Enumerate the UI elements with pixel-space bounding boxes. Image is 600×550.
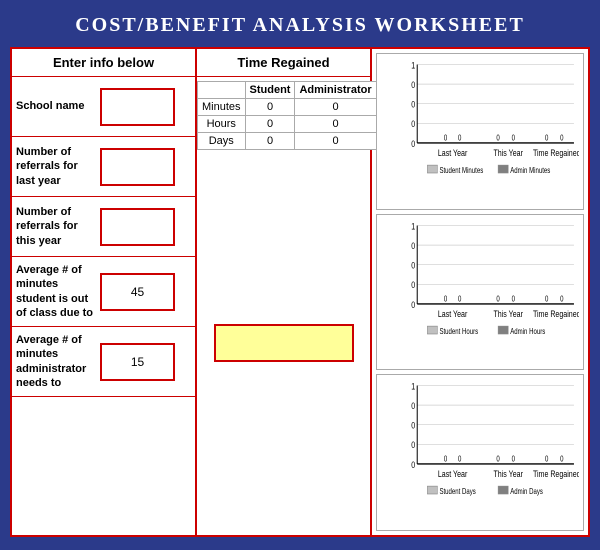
svg-text:Student Hours: Student Hours — [439, 328, 478, 336]
svg-text:0: 0 — [458, 456, 461, 464]
page-title: COST/BENEFIT ANALYSIS WORKSHEET — [0, 0, 600, 47]
svg-text:Last Year: Last Year — [438, 470, 468, 480]
svg-text:This Year: This Year — [494, 470, 524, 480]
svg-text:0: 0 — [512, 456, 515, 464]
left-panel: Enter info below School name Number of r… — [12, 49, 197, 535]
referrals-this-year-row: Number of referrals for this year — [12, 197, 195, 257]
svg-text:0: 0 — [458, 135, 461, 143]
svg-text:0: 0 — [560, 135, 563, 143]
svg-text:0: 0 — [411, 119, 415, 129]
row-student-days: 0 — [245, 133, 295, 150]
table-row-hours: Hours 0 0 — [198, 116, 377, 133]
svg-text:Last Year: Last Year — [438, 148, 468, 158]
table-row-days: Days 0 0 — [198, 133, 377, 150]
time-regained-table: Student Administrator Minutes 0 0 Hours … — [197, 81, 377, 150]
svg-text:0: 0 — [411, 280, 415, 290]
svg-text:0: 0 — [411, 460, 415, 470]
row-label-days: Days — [198, 133, 246, 150]
row-student-hours: 0 — [245, 116, 295, 133]
svg-text:0: 0 — [411, 441, 415, 451]
svg-text:0: 0 — [444, 456, 447, 464]
middle-panel: Time Regained Student Administrator Minu… — [197, 49, 372, 535]
svg-text:0: 0 — [545, 456, 548, 464]
table-col-student: Student — [245, 82, 295, 99]
referrals-last-year-label: Number of referrals for last year — [16, 145, 96, 188]
svg-text:0: 0 — [512, 135, 515, 143]
svg-text:Time Regained: Time Regained — [533, 309, 579, 319]
middle-panel-header: Time Regained — [197, 49, 370, 77]
svg-text:0: 0 — [411, 100, 415, 110]
svg-text:Admin Minutes: Admin Minutes — [510, 167, 551, 175]
svg-text:Admin Days: Admin Days — [510, 489, 543, 497]
svg-text:0: 0 — [411, 421, 415, 431]
minutes-chart-container: 1 0 0 0 0 Last Year This Year Time Regai… — [376, 53, 584, 210]
row-label-minutes: Minutes — [198, 99, 246, 116]
middle-spacer — [197, 150, 370, 535]
row-admin-minutes: 0 — [295, 99, 376, 116]
svg-text:Student Minutes: Student Minutes — [439, 167, 483, 175]
svg-text:This Year: This Year — [494, 148, 524, 158]
svg-text:0: 0 — [411, 402, 415, 412]
svg-text:Time Regained: Time Regained — [533, 148, 579, 158]
row-admin-hours: 0 — [295, 116, 376, 133]
row-student-minutes: 0 — [245, 99, 295, 116]
svg-text:0: 0 — [444, 135, 447, 143]
avg-admin-minutes-value: 15 — [100, 343, 175, 381]
svg-text:0: 0 — [496, 295, 499, 303]
table-col-empty — [198, 82, 246, 99]
svg-text:0: 0 — [512, 295, 515, 303]
referrals-this-year-label: Number of referrals for this year — [16, 205, 96, 248]
svg-text:0: 0 — [411, 241, 415, 251]
hours-chart-svg: 1 0 0 0 0 Last Year This Year Time Regai… — [397, 219, 579, 350]
svg-text:1: 1 — [411, 221, 415, 231]
days-chart-container: 1 0 0 0 0 Last Year This Year Time Regai… — [376, 374, 584, 531]
avg-student-minutes-value: 45 — [100, 273, 175, 311]
svg-text:0: 0 — [560, 456, 563, 464]
svg-text:1: 1 — [411, 61, 415, 71]
school-name-row: School name — [12, 77, 195, 137]
referrals-last-year-row: Number of referrals for last year — [12, 137, 195, 197]
svg-text:0: 0 — [496, 456, 499, 464]
left-panel-header: Enter info below — [12, 49, 195, 77]
right-panel: 1 0 0 0 0 Last Year This Year Time Regai… — [372, 49, 588, 535]
svg-text:0: 0 — [411, 260, 415, 270]
referrals-this-year-input[interactable] — [100, 208, 175, 246]
table-row-minutes: Minutes 0 0 — [198, 99, 377, 116]
svg-text:Student Days: Student Days — [439, 489, 476, 497]
svg-text:0: 0 — [545, 135, 548, 143]
svg-text:0: 0 — [411, 300, 415, 310]
svg-text:Time Regained: Time Regained — [533, 470, 579, 480]
svg-text:0: 0 — [545, 295, 548, 303]
svg-text:0: 0 — [496, 135, 499, 143]
avg-student-minutes-label: Average # of minutes student is out of c… — [16, 263, 96, 320]
school-name-label: School name — [16, 99, 96, 113]
row-admin-days: 0 — [295, 133, 376, 150]
svg-text:0: 0 — [411, 139, 415, 149]
svg-text:0: 0 — [458, 295, 461, 303]
svg-text:Last Year: Last Year — [438, 309, 468, 319]
svg-text:0: 0 — [560, 295, 563, 303]
school-name-input[interactable] — [100, 88, 175, 126]
minutes-chart-svg: 1 0 0 0 0 Last Year This Year Time Regai… — [397, 58, 579, 189]
avg-admin-minutes-row: Average # of minutes administrator needs… — [12, 327, 195, 397]
main-container: Enter info below School name Number of r… — [10, 47, 590, 537]
avg-student-minutes-row: Average # of minutes student is out of c… — [12, 257, 195, 327]
svg-text:This Year: This Year — [494, 309, 524, 319]
yellow-highlight-box — [214, 324, 354, 362]
table-col-admin: Administrator — [295, 82, 376, 99]
svg-text:0: 0 — [444, 295, 447, 303]
avg-admin-minutes-label: Average # of minutes administrator needs… — [16, 333, 96, 390]
svg-text:1: 1 — [411, 382, 415, 392]
svg-text:0: 0 — [411, 80, 415, 90]
hours-chart-container: 1 0 0 0 0 Last Year This Year Time Regai… — [376, 214, 584, 371]
row-label-hours: Hours — [198, 116, 246, 133]
svg-text:Admin Hours: Admin Hours — [510, 328, 545, 336]
days-chart-svg: 1 0 0 0 0 Last Year This Year Time Regai… — [397, 379, 579, 510]
referrals-last-year-input[interactable] — [100, 148, 175, 186]
